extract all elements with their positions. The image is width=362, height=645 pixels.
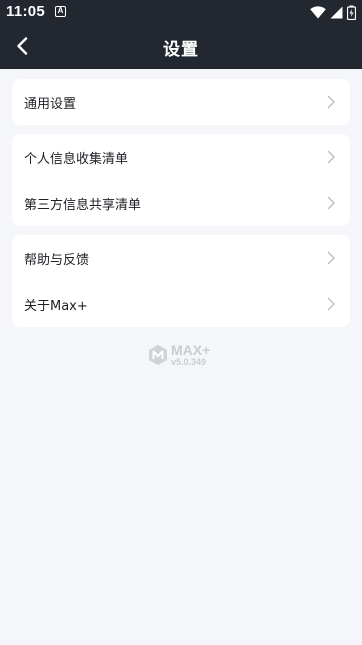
page-title: 设置 xyxy=(163,40,199,60)
app-version: v5.0.349 xyxy=(171,357,207,367)
brand-name: MAX+ xyxy=(171,342,211,358)
settings-card-help: 帮助与反馈 关于Max+ xyxy=(12,235,350,327)
menu-item-label: 个人信息收集清单 xyxy=(24,151,129,167)
nav-bar: 设置 xyxy=(0,24,362,69)
chevron-right-icon xyxy=(327,196,335,210)
wifi-icon xyxy=(310,5,326,18)
settings-card-privacy: 个人信息收集清单 第三方信息共享清单 xyxy=(12,134,350,226)
menu-item-help-feedback[interactable]: 帮助与反馈 xyxy=(12,235,350,281)
chevron-right-icon xyxy=(327,95,335,109)
settings-card-general: 通用设置 xyxy=(12,79,350,125)
max-logo-icon xyxy=(149,345,167,365)
menu-item-label: 第三方信息共享清单 xyxy=(24,197,142,213)
chevron-right-icon xyxy=(327,251,335,265)
menu-item-general-settings[interactable]: 通用设置 xyxy=(12,79,350,125)
menu-item-about[interactable]: 关于Max+ xyxy=(12,281,350,327)
chevron-right-icon xyxy=(327,297,335,311)
menu-item-label: 帮助与反馈 xyxy=(24,252,90,268)
status-time: 11:05 xyxy=(6,3,46,20)
menu-item-label: 关于Max+ xyxy=(24,298,88,314)
menu-item-third-party-sharing-list[interactable]: 第三方信息共享清单 xyxy=(12,180,350,226)
status-bar: 11:05 A xyxy=(0,0,362,24)
app-logo-version: MAX+ v5.0.349 xyxy=(148,342,210,368)
chevron-right-icon xyxy=(327,150,335,164)
signal-icon xyxy=(330,6,343,18)
menu-item-personal-info-list[interactable]: 个人信息收集清单 xyxy=(12,134,350,180)
app-header: 11:05 A 设置 xyxy=(0,0,362,69)
battery-icon xyxy=(347,5,356,20)
status-indicators xyxy=(310,4,356,20)
notification-app-icon: A xyxy=(55,6,66,17)
logo-text: MAX+ v5.0.349 xyxy=(171,343,210,367)
menu-item-label: 通用设置 xyxy=(24,96,77,112)
